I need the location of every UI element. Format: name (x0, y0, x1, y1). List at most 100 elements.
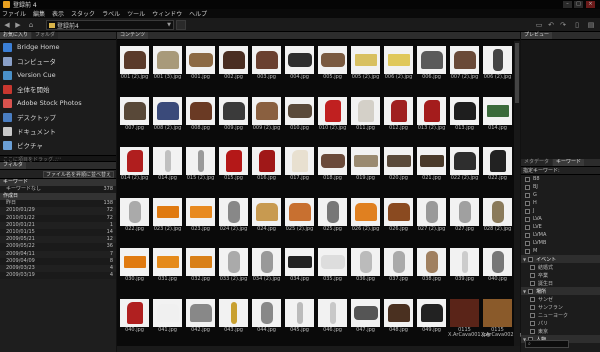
keyword-checkbox[interactable] (525, 208, 530, 214)
menu-stack[interactable]: スタック (71, 9, 95, 18)
keyword-checkbox[interactable] (525, 224, 530, 230)
triangle-down-icon[interactable]: ▼ (523, 289, 526, 294)
thumbnail-item[interactable]: 013.jpg (448, 95, 481, 139)
tab-content[interactable]: コンテンツ (117, 32, 149, 39)
filter-section-header[interactable]: 作成日 (0, 193, 116, 201)
keyword-item[interactable]: LVE (521, 223, 600, 231)
menu-label[interactable]: ラベル (102, 9, 120, 18)
thumbnail-item[interactable]: 021.jpg (415, 145, 448, 189)
thumbnail-item[interactable]: 024.jpg (250, 196, 283, 240)
forward-icon[interactable]: ▶ (13, 21, 23, 29)
tab-folders[interactable]: フォルダ (32, 32, 59, 39)
thumbnail-item[interactable]: 044.jpg (250, 297, 283, 341)
thumbnail-item[interactable]: 023.jpg (184, 196, 217, 240)
tab-preview[interactable]: プレビュー (521, 32, 553, 39)
filter-row[interactable]: 2009/04/09 8 (0, 258, 116, 265)
filter-row[interactable]: 2009/04/11 7 (0, 250, 116, 258)
thumbnail-item[interactable]: 014.jpg (151, 145, 184, 189)
keyword-checkbox[interactable] (525, 216, 530, 222)
keyword-item[interactable]: ▼ 場所 (521, 287, 600, 295)
favorite-item[interactable]: ドキュメント (0, 124, 116, 138)
thumbnail-item[interactable]: 009.jpg (217, 95, 250, 139)
thumbnail-item[interactable]: 016.jpg (250, 145, 283, 189)
thumbnail-item[interactable]: 010 (2).jpg (316, 95, 349, 139)
thumbnail-item[interactable]: 007 (2).jpg (448, 44, 481, 88)
keyword-item[interactable]: M (521, 247, 600, 255)
thumbnail-item[interactable]: 043.jpg (217, 297, 250, 341)
close-button[interactable]: × (586, 1, 595, 8)
folder-up-icon[interactable]: ⌂ (26, 21, 36, 29)
thumbnail-item[interactable]: 038.jpg (415, 246, 448, 290)
keyword-checkbox[interactable] (528, 288, 534, 294)
keyword-checkbox[interactable] (530, 304, 535, 310)
menu-view[interactable]: 表示 (52, 9, 64, 18)
keyword-checkbox[interactable] (530, 328, 535, 334)
thumbnail-item[interactable]: 014 (2).jpg (118, 145, 151, 189)
keyword-item[interactable]: パリ (521, 319, 600, 327)
thumbnail-item[interactable]: 026 (2).jpg (349, 196, 382, 240)
thumbnail-item[interactable]: 035.jpg (316, 246, 349, 290)
tab-metadata[interactable]: メタデータ (521, 159, 553, 166)
keyword-item[interactable]: 東京 (521, 327, 600, 335)
keyword-item[interactable]: BJ (521, 183, 600, 191)
filter-row[interactable]: 2010/01/15 14 (0, 229, 116, 236)
filter-section-header[interactable]: キーワード (0, 179, 116, 186)
keyword-item[interactable]: サンフラン (521, 303, 600, 311)
thumbnail-item[interactable]: 033 (2).jpg (217, 246, 250, 290)
thumbnail-item[interactable]: 022.jpg (481, 145, 514, 189)
thumbnail-item[interactable]: 019.jpg (349, 145, 382, 189)
keyword-checkbox[interactable] (530, 280, 535, 286)
keyword-item[interactable]: H (521, 199, 600, 207)
filter-row[interactable]: 2010/01/22 72 (0, 215, 116, 222)
filter-row[interactable]: 2010/01/21 1 (0, 221, 116, 229)
menu-help[interactable]: ヘルプ (189, 9, 207, 18)
thumbnail-item[interactable]: 022 (2).jpg (448, 145, 481, 189)
thumbnail-item[interactable]: 017.jpg (283, 145, 316, 189)
thumbnail-item[interactable]: 003.jpg (250, 44, 283, 88)
thumbnail-item[interactable]: 009 (2).jpg (250, 95, 283, 139)
keyword-checkbox[interactable] (525, 192, 530, 198)
thumbnail-item[interactable]: 010.jpg (283, 95, 316, 139)
content-scrollbar[interactable] (514, 41, 520, 352)
thumbnail-item[interactable]: 011.jpg (349, 95, 382, 139)
keyword-checkbox[interactable] (530, 320, 535, 326)
keyword-checkbox[interactable] (525, 232, 530, 238)
favorite-item[interactable]: 全体を開始 (0, 82, 116, 96)
keyword-item[interactable]: LVA (521, 215, 600, 223)
scrollbar-thumb[interactable] (515, 43, 519, 103)
favorite-item[interactable]: コンピュータ (0, 54, 116, 68)
favorite-item[interactable]: ピクチャ (0, 138, 116, 152)
thumbnail-item[interactable]: 040.jpg (118, 297, 151, 341)
thumbnail-item[interactable]: 040.jpg (481, 246, 514, 290)
thumbnail-item[interactable]: 001 (3).jpg (151, 44, 184, 88)
thumbnail-item[interactable]: 041.jpg (151, 297, 184, 341)
keyword-item[interactable]: 結婚式 (521, 263, 600, 271)
keyword-item[interactable]: サンゼ (521, 295, 600, 303)
keyword-item[interactable]: B8 (521, 175, 600, 183)
favorite-item[interactable]: Version Cue (0, 68, 116, 82)
rotate-right-icon[interactable]: ↷ (558, 21, 568, 29)
thumbnail-item[interactable]: 022.jpg (118, 196, 151, 240)
thumbnail-item[interactable]: 037.jpg (382, 246, 415, 290)
thumbnail-item[interactable]: 047.jpg (349, 297, 382, 341)
keyword-item[interactable]: 卒業 (521, 271, 600, 279)
thumbnail-item[interactable]: 031.jpg (151, 246, 184, 290)
thumbnail-item[interactable]: 015.jpg (217, 145, 250, 189)
thumbnail-item[interactable]: 026.jpg (382, 196, 415, 240)
thumbnail-item[interactable]: 034.jpg (283, 246, 316, 290)
keyword-checkbox[interactable] (525, 176, 530, 182)
thumbnail-item[interactable]: 036.jpg (349, 246, 382, 290)
triangle-down-icon[interactable]: ▼ (523, 257, 526, 262)
favorite-item[interactable]: Bridge Home (0, 40, 116, 54)
thumbnail-item[interactable]: 008 (2).jpg (151, 95, 184, 139)
keyword-item[interactable]: J (521, 207, 600, 215)
thumbnail-item[interactable]: 025 (2).jpg (283, 196, 316, 240)
thumbnail-item[interactable]: 007.jpg (118, 95, 151, 139)
tab-favorites[interactable]: お気に入り (0, 32, 32, 39)
maximize-button[interactable]: □ (574, 1, 583, 8)
thumbnail-item[interactable]: 006.jpg (415, 44, 448, 88)
thumbnail-item[interactable]: 025.jpg (316, 196, 349, 240)
thumbnail-item[interactable]: 005 (2).jpg (349, 44, 382, 88)
thumbnail-item[interactable]: 023 (2).jpg (151, 196, 184, 240)
delete-icon[interactable]: ▯ (572, 21, 582, 29)
